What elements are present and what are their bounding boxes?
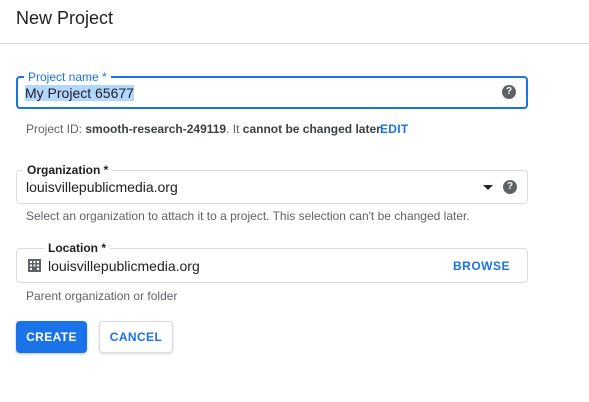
location-value: louisvillepublicmedia.org — [48, 258, 200, 274]
help-circle-icon[interactable]: ? — [503, 180, 517, 194]
organization-value: louisvillepublicmedia.org — [26, 179, 178, 195]
project-id-value: smooth-research-249119 — [85, 122, 227, 136]
project-name-label: Project name * — [24, 70, 111, 84]
organization-help-text: Select an organization to attach it to a… — [26, 209, 470, 223]
project-id-text: Project ID: smooth-research-249119. It c… — [26, 122, 383, 136]
project-name-input[interactable]: My Project 65677 — [25, 85, 134, 101]
organization-label: Organization * — [23, 163, 113, 177]
cancel-button[interactable]: CANCEL — [99, 321, 173, 353]
organization-select[interactable]: Organization * louisvillepublicmedia.org… — [16, 163, 528, 204]
location-field: Location * louisvillepublicmedia.org BRO… — [16, 241, 528, 283]
browse-button[interactable]: BROWSE — [453, 259, 510, 273]
edit-project-id-button[interactable]: EDIT — [380, 122, 409, 136]
location-label: Location * — [44, 241, 111, 255]
location-help-text: Parent organization or folder — [26, 289, 178, 303]
project-id-emphasis: cannot be changed later. — [242, 122, 384, 136]
building-icon — [28, 259, 41, 272]
create-button[interactable]: CREATE — [16, 321, 87, 353]
project-name-value: My Project 65677 — [25, 85, 134, 101]
project-id-middle: . It — [226, 122, 243, 136]
dialog-title: New Project — [16, 8, 114, 28]
dialog-header: New Project — [0, 0, 589, 44]
arrow-drop-down-icon[interactable] — [483, 185, 493, 190]
project-name-field[interactable]: Project name * My Project 65677 ? — [16, 70, 528, 109]
project-id-prefix: Project ID: — [26, 122, 86, 136]
help-circle-icon[interactable]: ? — [502, 85, 516, 99]
